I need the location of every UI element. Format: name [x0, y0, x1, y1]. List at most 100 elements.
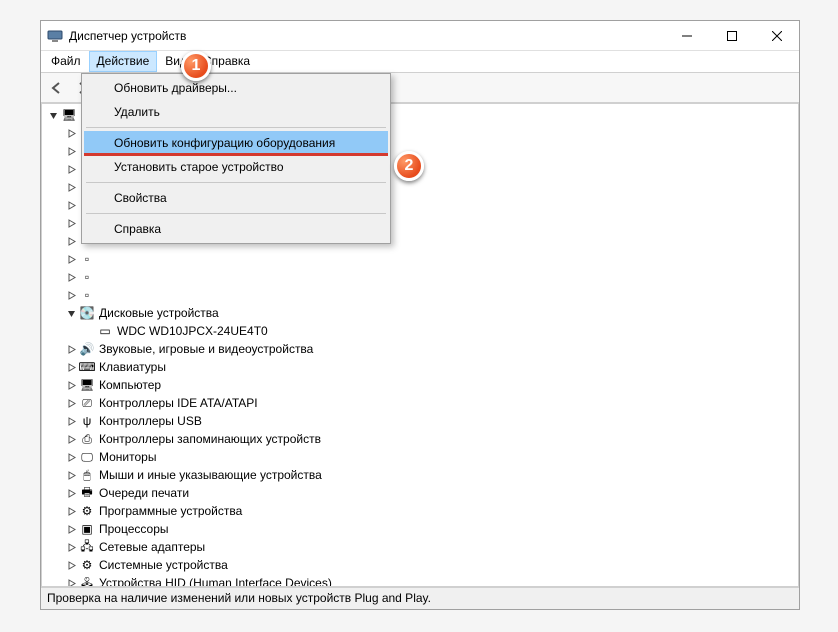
tree-node-label: Мониторы — [99, 450, 156, 464]
tree-row[interactable]: 🕹 Устройства HID (Human Interface Devices… — [42, 574, 798, 587]
tree-row[interactable]: ψКонтроллеры USB — [42, 412, 798, 430]
tree-node-label: Очереди печати — [99, 486, 189, 500]
tree-row[interactable]: 🖶 Очереди печати — [42, 484, 798, 502]
tree-node-label: Звуковые, игровые и видеоустройства — [99, 342, 313, 356]
close-button[interactable] — [754, 21, 799, 51]
chevron-right-icon[interactable] — [64, 417, 79, 426]
minimize-button[interactable] — [664, 21, 709, 51]
device-manager-window: Диспетчер устройств Файл Действие Вид Сп… — [40, 20, 800, 610]
device-icon: ▫ — [79, 269, 95, 285]
hdd-icon: ▭ — [97, 323, 113, 339]
chevron-right-icon[interactable] — [64, 471, 79, 480]
chevron-right-icon[interactable] — [64, 489, 79, 498]
tree-row[interactable]: 🖥Компьютер — [42, 376, 798, 394]
status-text: Проверка на наличие изменений или новых … — [47, 591, 431, 605]
tree-node-label: Дисковые устройства — [99, 306, 219, 320]
network-icon: 🖧 — [79, 539, 95, 555]
menubar: Файл Действие Вид Справка — [41, 51, 799, 73]
tree-node-label: Клавиатуры — [99, 360, 166, 374]
hid-icon: 🕹 — [79, 575, 95, 587]
monitor-icon: 🖵 — [79, 449, 95, 465]
tree-row[interactable]: ▭ WDC WD10JPCX-24UE4T0 — [42, 322, 798, 340]
chevron-right-icon[interactable] — [64, 363, 79, 372]
chevron-right-icon[interactable] — [64, 525, 79, 534]
chevron-right-icon[interactable] — [64, 273, 79, 282]
chevron-right-icon[interactable] — [64, 381, 79, 390]
chevron-down-icon[interactable] — [46, 111, 61, 120]
tree-node-label: WDC WD10JPCX-24UE4T0 — [117, 324, 268, 338]
audio-icon: 🔊 — [79, 341, 95, 357]
chevron-right-icon[interactable] — [64, 219, 79, 228]
menu-file[interactable]: Файл — [43, 51, 89, 72]
action-menu-dropdown: Обновить драйверы...Удалить Обновить конф… — [81, 73, 391, 244]
chevron-right-icon[interactable] — [64, 345, 79, 354]
chevron-right-icon[interactable] — [64, 435, 79, 444]
tree-row[interactable]: ⎚Контроллеры IDE ATA/ATAPI — [42, 394, 798, 412]
menu-separator — [86, 182, 386, 183]
printer-icon: 🖶 — [79, 485, 95, 501]
system-icon: ⚙ — [79, 557, 95, 573]
chevron-right-icon[interactable] — [64, 165, 79, 174]
callout-badge-1: 1 — [181, 51, 211, 81]
menu-item[interactable]: Удалить — [84, 100, 388, 124]
tree-node-label: Программные устройства — [99, 504, 242, 518]
tree-row[interactable]: ⚙ Системные устройства — [42, 556, 798, 574]
chevron-right-icon[interactable] — [64, 255, 79, 264]
menu-item[interactable]: Установить старое устройство — [84, 155, 388, 179]
tree-row[interactable]: ⎙ Контроллеры запоминающих устройств — [42, 430, 798, 448]
chevron-right-icon[interactable] — [64, 147, 79, 156]
menu-separator — [86, 127, 386, 128]
tree-row[interactable]: 🖵 Мониторы — [42, 448, 798, 466]
window-title: Диспетчер устройств — [69, 29, 186, 43]
tree-node-label: Устройства HID (Human Interface Devices) — [99, 576, 332, 587]
menu-separator — [86, 213, 386, 214]
chevron-right-icon[interactable] — [64, 129, 79, 138]
back-button[interactable] — [45, 76, 69, 100]
callout-badge-2: 2 — [394, 151, 424, 181]
tree-row[interactable]: ⌨ Клавиатуры — [42, 358, 798, 376]
computer-icon: 🖥 — [79, 377, 95, 393]
menu-item[interactable]: Обновить конфигурацию оборудования — [84, 131, 388, 155]
window-controls — [664, 21, 799, 51]
chevron-right-icon[interactable] — [64, 579, 79, 588]
chevron-right-icon[interactable] — [64, 201, 79, 210]
chevron-right-icon[interactable] — [64, 507, 79, 516]
mouse-icon: 🖱 — [79, 467, 95, 483]
tree-row[interactable]: 🖧Сетевые адаптеры — [42, 538, 798, 556]
tree-row[interactable]: ▣Процессоры — [42, 520, 798, 538]
chevron-right-icon[interactable] — [64, 237, 79, 246]
menu-item[interactable]: Обновить драйверы... — [84, 76, 388, 100]
storage-icon: ⎙ — [79, 431, 95, 447]
chevron-right-icon[interactable] — [64, 543, 79, 552]
chevron-right-icon[interactable] — [64, 453, 79, 462]
tree-row[interactable]: ▫ — [42, 250, 798, 268]
tree-node-label: Контроллеры IDE ATA/ATAPI — [99, 396, 258, 410]
tree-node-label: Контроллеры запоминающих устройств — [99, 432, 321, 446]
chevron-right-icon[interactable] — [64, 291, 79, 300]
software-icon: ⚙ — [79, 503, 95, 519]
chevron-down-icon[interactable] — [64, 309, 79, 318]
device-icon: ▫ — [79, 251, 95, 267]
titlebar: Диспетчер устройств — [41, 21, 799, 51]
tree-row[interactable]: ▫ — [42, 286, 798, 304]
keyboard-icon: ⌨ — [79, 359, 95, 375]
tree-row[interactable]: ⚙ Программные устройства — [42, 502, 798, 520]
usb-icon: ψ — [79, 413, 95, 429]
device-icon: ▫ — [79, 287, 95, 303]
tree-node-label: Процессоры — [99, 522, 169, 536]
chevron-right-icon[interactable] — [64, 399, 79, 408]
disk-icon: 💽 — [79, 305, 95, 321]
tree-row[interactable]: ▫ — [42, 268, 798, 286]
chevron-right-icon[interactable] — [64, 561, 79, 570]
tree-row[interactable]: 🔊 Звуковые, игровые и видеоустройства — [42, 340, 798, 358]
tree-row[interactable]: 🖱Мыши и иные указывающие устройства — [42, 466, 798, 484]
menu-action[interactable]: Действие — [89, 51, 158, 72]
tree-node-label: Системные устройства — [99, 558, 228, 572]
computer-icon: 🖥 — [61, 107, 77, 123]
chevron-right-icon[interactable] — [64, 183, 79, 192]
maximize-button[interactable] — [709, 21, 754, 51]
statusbar: Проверка на наличие изменений или новых … — [41, 587, 799, 609]
tree-row[interactable]: 💽 Дисковые устройства — [42, 304, 798, 322]
menu-item[interactable]: Справка — [84, 217, 388, 241]
menu-item[interactable]: Свойства — [84, 186, 388, 210]
